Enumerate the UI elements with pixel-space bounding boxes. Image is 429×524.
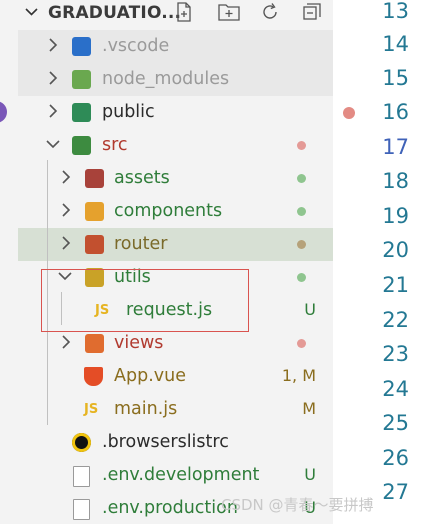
git-badge: U	[304, 465, 316, 484]
explorer-panel: GRADUATIO... .vscode node_modules public	[0, 0, 333, 524]
tree-item-public[interactable]: public	[18, 96, 333, 129]
views-folder-icon	[85, 334, 104, 353]
tree-item-label: App.vue	[114, 366, 186, 386]
components-folder-icon	[85, 202, 104, 221]
status-dot	[297, 240, 306, 249]
tree-item-label: node_modules	[102, 69, 230, 89]
tree-item-env-development[interactable]: .env.development U	[18, 459, 333, 492]
html5-file-icon	[84, 367, 103, 386]
tree-item-node-modules[interactable]: node_modules	[18, 63, 333, 96]
tree-item-label: main.js	[114, 399, 178, 419]
annotation-highlight-box	[41, 269, 249, 332]
tree-item-assets[interactable]: assets	[18, 162, 333, 195]
env-file-icon	[73, 499, 90, 520]
chevron-right-icon	[61, 334, 71, 354]
tree-item-label: public	[102, 102, 155, 122]
explorer-header[interactable]: GRADUATIO...	[18, 0, 333, 27]
line-number: 21	[382, 273, 409, 297]
line-number: 14	[382, 32, 409, 56]
tree-item-label: router	[114, 234, 168, 254]
tree-item-main-js[interactable]: JS main.js M	[18, 393, 333, 426]
line-number: 15	[382, 66, 409, 90]
env-file-icon	[73, 466, 90, 487]
explorer-title: GRADUATIO...	[48, 3, 182, 23]
tree-item-vscode[interactable]: .vscode	[18, 30, 333, 63]
src-folder-icon	[72, 136, 91, 155]
line-number: 13	[382, 0, 409, 23]
chevron-right-icon	[61, 202, 71, 222]
chevron-right-icon	[48, 37, 58, 57]
line-number: 24	[382, 377, 409, 401]
line-number-current: 17	[382, 135, 409, 159]
chevron-right-icon	[48, 103, 58, 123]
status-dot	[297, 207, 306, 216]
git-badge: 1, M	[281, 366, 316, 385]
router-folder-icon	[85, 235, 104, 254]
tree-item-label: views	[114, 333, 164, 353]
tree-item-label: assets	[114, 168, 170, 188]
line-number: 22	[382, 308, 409, 332]
tree-item-label: components	[114, 201, 223, 221]
line-number: 16	[382, 100, 409, 124]
tree-item-router[interactable]: router	[18, 228, 333, 261]
chevron-right-icon	[48, 70, 58, 90]
line-number: 19	[382, 204, 409, 228]
tree-item-label: .env.production	[102, 498, 238, 518]
tree-item-browserslistrc[interactable]: .browserslistrc	[18, 426, 333, 459]
git-badge: U	[304, 300, 316, 319]
tree-item-label: src	[102, 135, 128, 155]
chevron-right-icon	[61, 169, 71, 189]
chevron-down-icon	[46, 136, 60, 156]
line-number: 25	[382, 411, 409, 435]
tree-item-src[interactable]: src	[18, 129, 333, 162]
status-dot	[297, 339, 306, 348]
watermark: CSDN @青春～要拼搏	[221, 496, 374, 514]
public-folder-icon	[72, 103, 91, 122]
line-number: 18	[382, 169, 409, 193]
new-folder-icon[interactable]	[217, 1, 241, 28]
collapse-all-icon[interactable]	[301, 1, 323, 28]
vscode-folder-icon	[72, 37, 91, 56]
node-folder-icon	[72, 70, 91, 89]
status-dot	[297, 273, 306, 282]
tree-item-label: .env.development	[102, 465, 260, 485]
tree-item-components[interactable]: components	[18, 195, 333, 228]
line-number: 20	[382, 238, 409, 262]
js-file-icon: JS	[84, 402, 99, 417]
status-dot	[297, 141, 306, 150]
status-dot	[297, 174, 306, 183]
tree-item-app-vue[interactable]: App.vue 1, M	[18, 360, 333, 393]
assets-folder-icon	[85, 169, 104, 188]
browserslist-file-icon	[72, 433, 91, 452]
chevron-right-icon	[61, 235, 71, 255]
tree-item-label: .vscode	[102, 36, 170, 56]
tree-item-label: .browserslistrc	[102, 432, 229, 452]
refresh-icon[interactable]	[259, 1, 281, 28]
line-number: 26	[382, 446, 409, 470]
line-number: 23	[382, 342, 409, 366]
chevron-down-icon[interactable]	[25, 6, 38, 20]
git-badge: M	[302, 399, 316, 418]
new-file-icon[interactable]	[173, 1, 195, 28]
